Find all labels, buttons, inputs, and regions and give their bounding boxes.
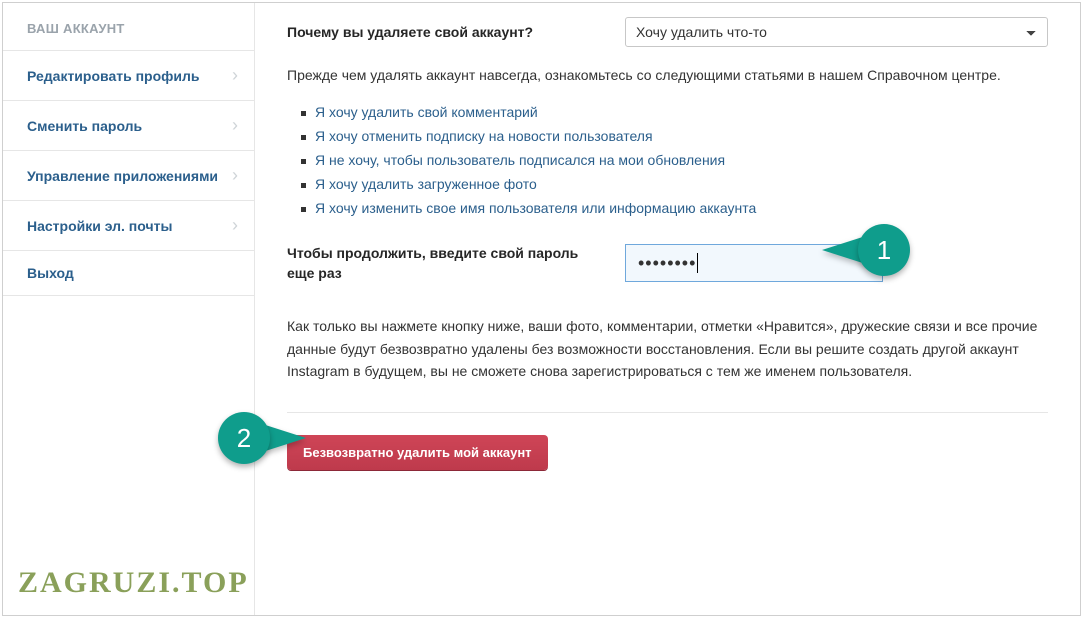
help-link-change-username[interactable]: Я хочу изменить свое имя пользователя ил… [315,200,756,216]
help-link-delete-photo[interactable]: Я хочу удалить загруженное фото [315,176,537,192]
help-link-block-follower[interactable]: Я не хочу, чтобы пользователь подписался… [315,152,725,168]
help-links-list: Я хочу удалить свой комментарий Я хочу о… [287,104,1048,216]
watermark-text: ZAGRUZI.TOP [18,566,249,600]
permanently-delete-button[interactable]: Безвозвратно удалить мой аккаунт [287,435,548,470]
sidebar-item-label: Настройки эл. почты [27,218,172,234]
password-confirm-input[interactable] [625,244,883,282]
delete-reason-select[interactable]: Хочу удалить что-то [625,17,1048,47]
sidebar-item-edit-profile[interactable]: Редактировать профиль › [3,51,254,101]
sidebar-item-label: Сменить пароль [27,118,142,134]
chevron-right-icon: › [232,165,238,186]
password-confirm-label: Чтобы продолжить, введите свой пароль ещ… [287,244,607,283]
list-item: Я не хочу, чтобы пользователь подписался… [301,152,1048,168]
list-item: Я хочу отменить подписку на новости поль… [301,128,1048,144]
sidebar-item-email-settings[interactable]: Настройки эл. почты › [3,201,254,251]
text-caret [697,253,698,273]
sidebar-item-label: Редактировать профиль [27,68,200,84]
chevron-right-icon: › [232,115,238,136]
delete-reason-label: Почему вы удаляете свой аккаунт? [287,24,607,40]
account-sidebar: ВАШ АККАУНТ Редактировать профиль › Смен… [3,3,255,615]
sidebar-item-logout[interactable]: Выход [3,251,254,296]
chevron-right-icon: › [232,215,238,236]
divider [287,412,1048,413]
deletion-warning-text: Как только вы нажмете кнопку ниже, ваши … [287,315,1048,382]
sidebar-item-label: Выход [27,265,74,281]
help-link-unfollow-news[interactable]: Я хочу отменить подписку на новости поль… [315,128,653,144]
delete-account-panel: Почему вы удаляете свой аккаунт? Хочу уд… [255,3,1080,615]
help-link-delete-comment[interactable]: Я хочу удалить свой комментарий [315,104,538,120]
sidebar-header: ВАШ АККАУНТ [3,3,254,51]
list-item: Я хочу изменить свое имя пользователя ил… [301,200,1048,216]
sidebar-item-label: Управление приложениями [27,168,218,184]
sidebar-item-change-password[interactable]: Сменить пароль › [3,101,254,151]
chevron-right-icon: › [232,65,238,86]
list-item: Я хочу удалить загруженное фото [301,176,1048,192]
help-center-intro: Прежде чем удалять аккаунт навсегда, озн… [287,65,1048,86]
list-item: Я хочу удалить свой комментарий [301,104,1048,120]
sidebar-item-manage-apps[interactable]: Управление приложениями › [3,151,254,201]
